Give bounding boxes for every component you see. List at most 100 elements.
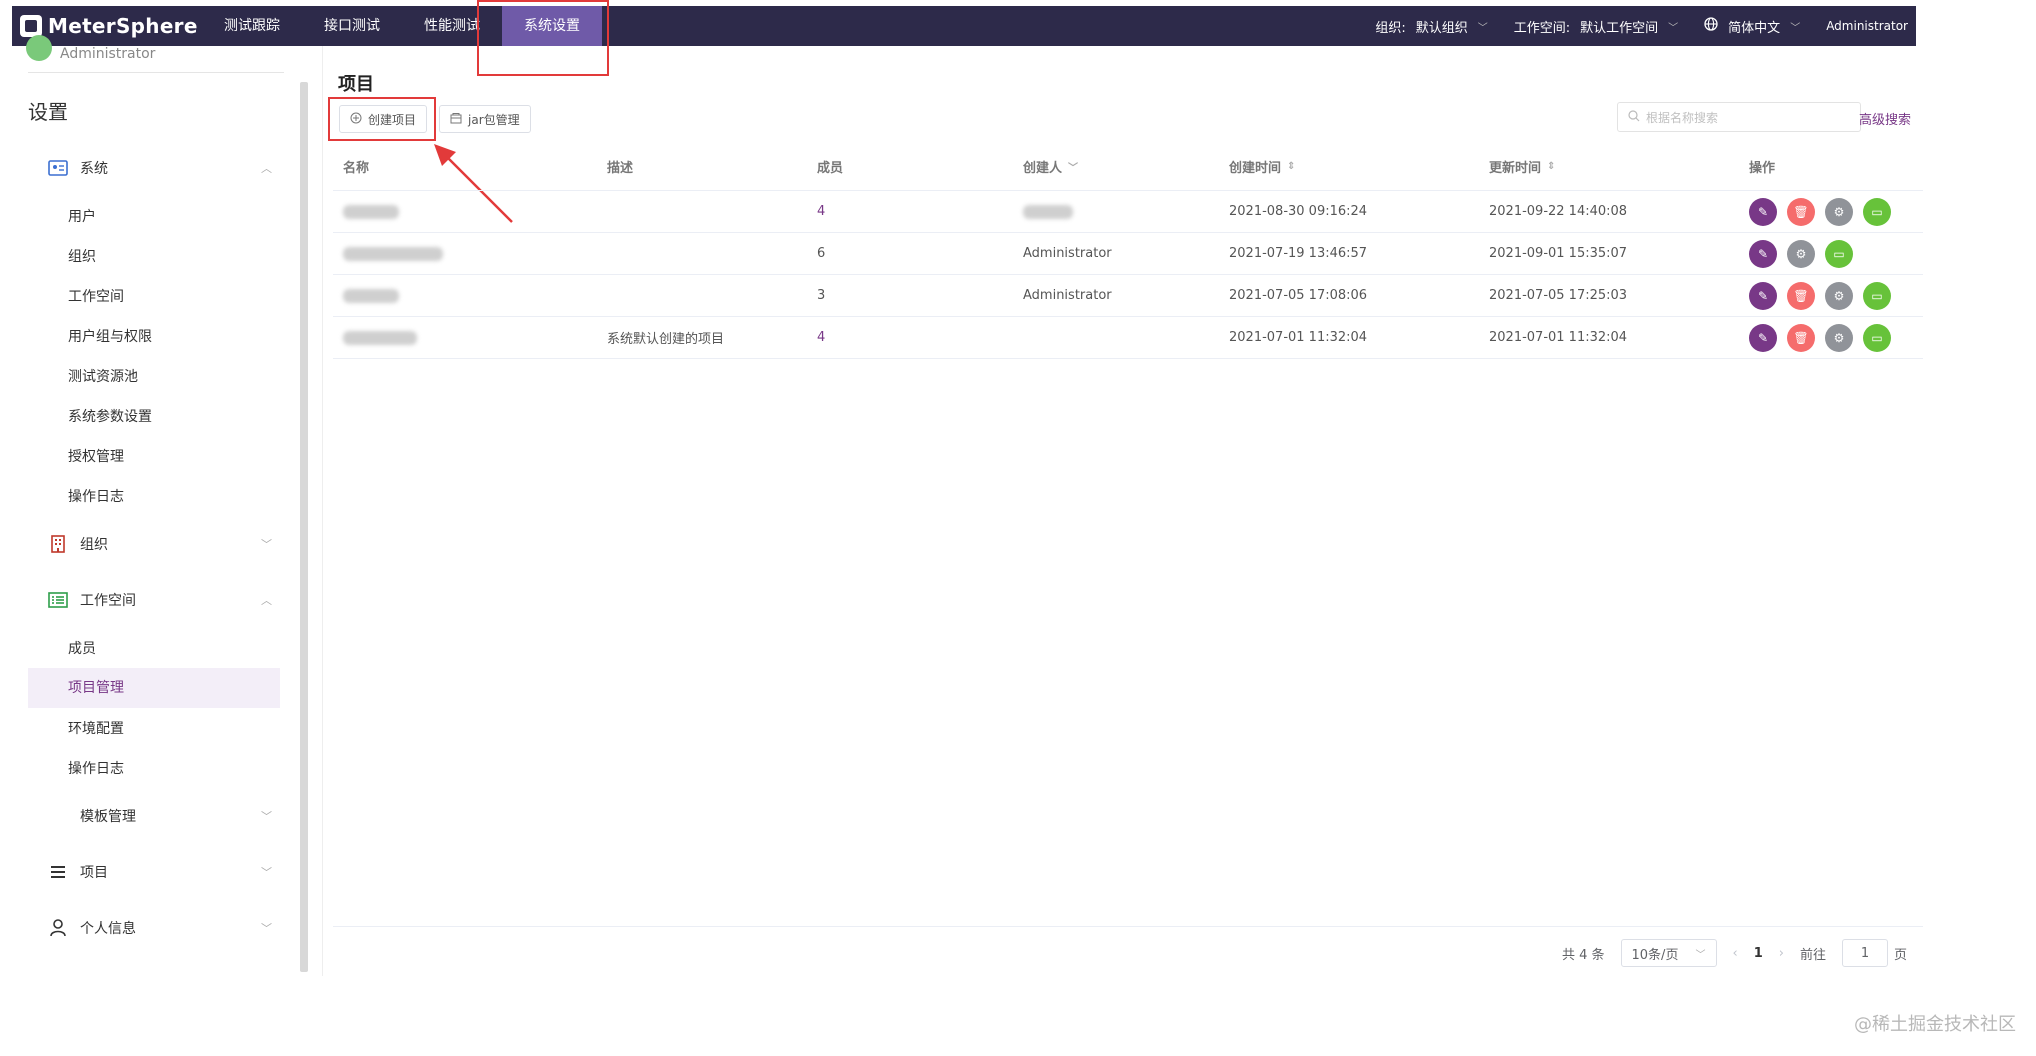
gear-icon[interactable]: ⚙ — [1825, 323, 1853, 352]
sidebar-item-members[interactable]: 成员 — [68, 638, 96, 658]
pagination: 共 4 条 10条/页 ﹀ ‹ 1 › 前往 1 页 — [1562, 939, 1907, 967]
pagination-total: 共 4 条 — [1561, 947, 1605, 963]
jar-management-button[interactable]: jar包管理 — [439, 105, 531, 133]
user-menu[interactable]: Administrator — [1826, 19, 1908, 33]
page-suffix: 页 — [1893, 947, 1907, 963]
column-creator[interactable]: 创建人 ﹀ — [1023, 142, 1078, 190]
table-header: 名称 描述 成员 创建人 ﹀ 创建时间 ⇕ 更新时间 ⇕ 操作 — [333, 142, 1923, 191]
table-row[interactable]: 3 Administrator 2021-07-05 17:08:06 2021… — [333, 275, 1923, 317]
column-update-time-label: 更新时间 — [1489, 160, 1542, 176]
page-size-select[interactable]: 10条/页 ﹀ — [1620, 939, 1717, 967]
column-create-time[interactable]: 创建时间 ⇕ — [1229, 142, 1295, 190]
chevron-down-icon: ﹀ — [1668, 22, 1679, 34]
sidebar-group-label: 项目 — [80, 865, 108, 881]
app-name: MeterSphere — [48, 14, 198, 38]
project-members-count[interactable]: 3 — [817, 275, 825, 316]
sidebar-item-users[interactable]: 用户 — [68, 206, 96, 226]
sidebar-scrollbar[interactable] — [300, 82, 308, 972]
sidebar-item-system-params[interactable]: 系统参数设置 — [68, 406, 152, 426]
delete-icon[interactable]: 🗑 — [1787, 197, 1815, 226]
goto-page-input[interactable]: 1 — [1841, 939, 1888, 967]
table-row[interactable]: 6 Administrator 2021-07-19 13:46:57 2021… — [333, 233, 1923, 275]
project-members-count[interactable]: 4 — [817, 317, 825, 358]
org-label: 组织: — [1375, 20, 1406, 36]
filter-chevron-icon: ﹀ — [1068, 162, 1079, 174]
language-value: 简体中文 — [1728, 20, 1781, 36]
column-create-time-label: 创建时间 — [1229, 160, 1282, 176]
gear-icon[interactable]: ⚙ — [1825, 197, 1853, 226]
package-icon[interactable]: ▭ — [1863, 281, 1891, 310]
project-members-count[interactable]: 4 — [817, 191, 825, 232]
project-name-redacted — [343, 191, 399, 232]
plus-circle-icon — [350, 112, 362, 127]
watermark: @稀土掘金技术社区 — [1854, 1014, 2016, 1035]
package-icon[interactable]: ▭ — [1863, 323, 1891, 352]
project-create-time: 2021-07-19 13:46:57 — [1229, 246, 1368, 261]
avatar — [26, 35, 52, 61]
sidebar-group-workspace[interactable]: 工作空间 ︿ — [48, 590, 272, 610]
package-icon[interactable]: ▭ — [1863, 197, 1891, 226]
workspace-selector[interactable]: 工作空间: 默认工作空间 ﹀ — [1514, 17, 1678, 36]
language-selector[interactable]: 简体中文 ﹀ — [1704, 17, 1800, 36]
nav-test-track[interactable]: 测试跟踪 — [202, 6, 302, 46]
edit-icon[interactable]: ✎ — [1749, 197, 1777, 226]
edit-icon[interactable]: ✎ — [1749, 323, 1777, 352]
table-row[interactable]: 4 2021-08-30 09:16:24 2021-09-22 14:40:0… — [333, 191, 1923, 233]
search-input[interactable]: 根据名称搜索 — [1617, 102, 1861, 132]
project-update-time: 2021-09-01 15:35:07 — [1489, 246, 1628, 261]
gear-icon[interactable]: ⚙ — [1787, 239, 1815, 268]
delete-icon[interactable]: 🗑 — [1787, 281, 1815, 310]
org-selector[interactable]: 组织: 默认组织 ﹀ — [1375, 17, 1487, 36]
next-page-icon[interactable]: › — [1779, 946, 1784, 961]
chevron-down-icon: ﹀ — [1477, 22, 1488, 34]
chevron-up-icon: ︿ — [261, 162, 272, 175]
package-icon[interactable]: ▭ — [1825, 239, 1853, 268]
org-value: 默认组织 — [1415, 20, 1468, 36]
sidebar-item-organization[interactable]: 组织 — [68, 246, 96, 266]
project-name-redacted — [343, 233, 443, 274]
project-create-time: 2021-07-05 17:08:06 — [1229, 288, 1368, 303]
chevron-down-icon: ﹀ — [1790, 22, 1801, 34]
sidebar-group-templates[interactable]: 模板管理 ﹀ — [48, 806, 272, 826]
create-project-label: 创建项目 — [368, 112, 417, 127]
advanced-search-link[interactable]: 高级搜索 — [1859, 109, 1911, 128]
project-create-time: 2021-07-01 11:32:04 — [1229, 330, 1368, 345]
user-name: Administrator — [1826, 19, 1908, 33]
column-update-time[interactable]: 更新时间 ⇕ — [1489, 142, 1555, 190]
edit-icon[interactable]: ✎ — [1749, 239, 1777, 268]
project-update-time: 2021-07-01 11:32:04 — [1489, 330, 1628, 345]
sidebar-item-resource-pool[interactable]: 测试资源池 — [68, 366, 138, 386]
sidebar-title: 设置 — [28, 100, 68, 124]
nav-api-test[interactable]: 接口测试 — [302, 6, 402, 46]
create-project-button[interactable]: 创建项目 — [339, 105, 428, 133]
sidebar-group-personal[interactable]: 个人信息 ﹀ — [48, 918, 272, 938]
goto-label: 前往 — [1799, 947, 1826, 963]
table-row[interactable]: 系统默认创建的项目 4 2021-07-01 11:32:04 2021-07-… — [333, 317, 1923, 359]
sidebar-group-label: 组织 — [80, 537, 108, 553]
project-creator: Administrator — [1023, 288, 1112, 303]
project-members-count[interactable]: 6 — [817, 233, 825, 274]
delete-icon[interactable]: 🗑 — [1787, 323, 1815, 352]
sidebar-group-organization[interactable]: 组织 ﹀ — [48, 534, 272, 554]
sidebar-group-system[interactable]: 系统 ︿ — [48, 158, 272, 178]
sidebar-item-system-log[interactable]: 操作日志 — [68, 486, 124, 506]
prev-page-icon[interactable]: ‹ — [1733, 946, 1738, 961]
current-page[interactable]: 1 — [1754, 946, 1763, 961]
top-navbar: MeterSphere 测试跟踪 接口测试 性能测试 系统设置 组织: 默认组织… — [12, 6, 1916, 46]
gear-icon[interactable]: ⚙ — [1825, 281, 1853, 310]
sidebar-item-environment[interactable]: 环境配置 — [68, 718, 124, 738]
page-title: 项目 — [338, 74, 374, 95]
sidebar-group-project[interactable]: 项目 ﹀ — [48, 862, 272, 882]
sidebar-user: Administrator — [26, 35, 155, 62]
sidebar-item-user-groups[interactable]: 用户组与权限 — [68, 326, 152, 346]
project-creator: Administrator — [1023, 246, 1112, 261]
sidebar-item-project-management[interactable]: 项目管理 — [28, 668, 280, 708]
sidebar-item-workspace-log[interactable]: 操作日志 — [68, 758, 124, 778]
chevron-down-icon: ﹀ — [261, 866, 272, 879]
sidebar-group-label: 个人信息 — [80, 921, 136, 937]
edit-icon[interactable]: ✎ — [1749, 281, 1777, 310]
sidebar-item-workspace[interactable]: 工作空间 — [68, 286, 124, 306]
sidebar-item-license[interactable]: 授权管理 — [68, 446, 124, 466]
row-actions: ✎ 🗑 ⚙ ▭ — [1749, 191, 1891, 232]
top-right-controls: 组织: 默认组织 ﹀ 工作空间: 默认工作空间 ﹀ 简体中文 ﹀ Adminis… — [1349, 6, 1908, 46]
